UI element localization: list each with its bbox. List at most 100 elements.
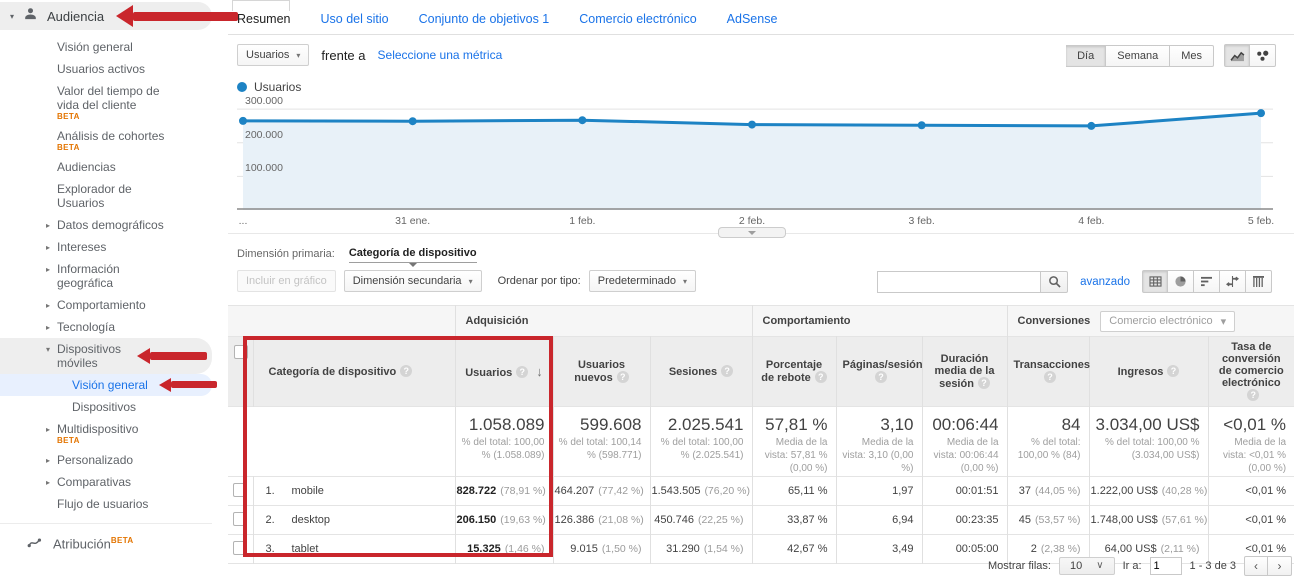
- help-icon[interactable]: ?: [516, 366, 528, 378]
- granularity-button[interactable]: Día: [1066, 45, 1106, 67]
- column-header-bounce[interactable]: Porcentaje de rebote?: [752, 337, 836, 407]
- help-icon[interactable]: ?: [875, 371, 887, 383]
- device-name: mobile: [292, 485, 324, 497]
- sidebar-section-audiencia[interactable]: ▾ Audiencia: [0, 2, 212, 30]
- next-page-button[interactable]: ›: [1268, 556, 1292, 576]
- search-button[interactable]: [1040, 271, 1068, 293]
- advanced-search-link[interactable]: avanzado: [1080, 276, 1130, 288]
- row-checkbox[interactable]: [233, 483, 247, 497]
- granularity-button[interactable]: Semana: [1106, 45, 1170, 67]
- report-tab[interactable]: Uso del sitio: [321, 12, 389, 26]
- goto-page-input[interactable]: [1150, 557, 1182, 575]
- rows-per-page-value: 10: [1070, 560, 1082, 572]
- total-duration: 00:06:44Media de la vista: 00:06:44 (0,0…: [922, 407, 1007, 477]
- help-icon[interactable]: ?: [978, 377, 990, 389]
- motion-chart-view-button[interactable]: [1250, 44, 1276, 67]
- sidebar-item-atribucion[interactable]: AtribuciónBETA: [0, 531, 228, 557]
- pager: ‹ ›: [1244, 556, 1292, 576]
- group-acquisition: Adquisición: [455, 306, 752, 337]
- sidebar-item[interactable]: ▸ Tecnología: [0, 316, 212, 338]
- secondary-dimension-dropdown[interactable]: Dimensión secundaria ▾: [344, 270, 482, 292]
- table-search-input[interactable]: [877, 271, 1040, 293]
- column-header-new-users[interactable]: Usuarios nuevos?: [553, 337, 650, 407]
- column-header-duration[interactable]: Duración media de la sesión?: [922, 337, 1007, 407]
- select-metric-link[interactable]: Seleccione una métrica: [378, 48, 503, 62]
- sidebar-item[interactable]: Dispositivos: [0, 396, 212, 418]
- sidebar-item-label: Visión general: [72, 378, 148, 392]
- sidebar-item[interactable]: Visión general: [0, 374, 212, 396]
- prev-page-button[interactable]: ‹: [1244, 556, 1268, 576]
- sidebar-item[interactable]: Análisis de cohortes BETA: [0, 125, 212, 156]
- sidebar-item[interactable]: Usuarios activos: [0, 58, 212, 80]
- sidebar-item[interactable]: ▸ Comparativas: [0, 471, 212, 493]
- percentage-view-button[interactable]: [1168, 270, 1194, 293]
- sidebar-item[interactable]: Flujo de usuarios: [0, 493, 212, 515]
- help-icon[interactable]: ?: [1167, 365, 1179, 377]
- users-over-time-chart: 100.000200.000300.000 ...31 ene.1 feb.2 …: [237, 98, 1273, 230]
- new-users-cell: 464.207(77,42 %): [553, 477, 650, 506]
- help-icon[interactable]: ?: [721, 365, 733, 377]
- total-users: 1.058.089% del total: 100,00 % (1.058.08…: [455, 407, 553, 477]
- pages-cell: 1,97: [836, 477, 922, 506]
- sort-type-dropdown[interactable]: Predeterminado ▾: [589, 270, 696, 292]
- help-icon[interactable]: ?: [400, 365, 412, 377]
- pivot-view-button[interactable]: [1246, 270, 1272, 293]
- plot-rows-button[interactable]: Incluir en gráfico: [237, 270, 336, 292]
- report-tab[interactable]: AdSense: [727, 12, 778, 26]
- total-revenue: 3.034,00 US$% del total: 100,00 % (3.034…: [1089, 407, 1208, 477]
- select-all-checkbox[interactable]: [234, 345, 248, 359]
- column-header-transactions[interactable]: Transacciones?: [1007, 337, 1089, 407]
- group-behavior: Comportamiento: [752, 306, 1007, 337]
- metric-controls: Usuarios ▾ frente a Seleccione una métri…: [237, 44, 502, 66]
- rows-per-page-select[interactable]: 10 ∨: [1059, 557, 1115, 575]
- transactions-cell: 45(53,57 %): [1007, 506, 1089, 535]
- primary-dimension-value-tab[interactable]: Categoría de dispositivo: [349, 247, 477, 263]
- row-checkbox[interactable]: [233, 541, 247, 555]
- row-checkbox[interactable]: [233, 512, 247, 526]
- help-icon[interactable]: ?: [815, 371, 827, 383]
- help-icon[interactable]: ?: [1044, 371, 1056, 383]
- bounce-cell: 33,87 %: [752, 506, 836, 535]
- metric-selector-dropdown[interactable]: Usuarios ▾: [237, 44, 309, 66]
- help-icon[interactable]: ?: [1247, 389, 1259, 401]
- column-header-device[interactable]: Categoría de dispositivo?: [253, 337, 455, 407]
- column-header-sessions[interactable]: Sesiones?: [650, 337, 752, 407]
- report-tab[interactable]: Conjunto de objetivos 1: [419, 12, 550, 26]
- timeline-scrubber-handle[interactable]: [718, 227, 786, 238]
- users-cell: 206.150(19,63 %): [455, 506, 553, 535]
- total-new-users: 599.608% del total: 100,14 % (598.771): [553, 407, 650, 477]
- report-tab[interactable]: Resumen: [237, 12, 291, 26]
- pages-cell: 6,94: [836, 506, 922, 535]
- data-table-view-button[interactable]: [1142, 270, 1168, 293]
- duration-cell: 00:01:51: [922, 477, 1007, 506]
- comparison-view-button[interactable]: [1220, 270, 1246, 293]
- line-chart-view-button[interactable]: [1224, 44, 1250, 67]
- device-category-cell[interactable]: 2.desktop: [253, 506, 455, 535]
- granularity-button[interactable]: Mes: [1170, 45, 1214, 67]
- column-header-users[interactable]: Usuarios?↓: [455, 337, 553, 407]
- sidebar-item[interactable]: ▸ Intereses: [0, 236, 212, 258]
- performance-view-button[interactable]: [1194, 270, 1220, 293]
- column-header-conv-rate[interactable]: Tasa de conversión de comercio electróni…: [1208, 337, 1294, 407]
- device-category-cell[interactable]: 1.mobile: [253, 477, 455, 506]
- sidebar-item[interactable]: Explorador de Usuarios: [0, 178, 212, 214]
- sidebar-item[interactable]: ▸ Personalizado: [0, 449, 212, 471]
- sidebar-item[interactable]: ▾ Dispositivos móviles: [0, 338, 212, 374]
- beta-badge: BETA: [57, 143, 202, 152]
- sidebar-item[interactable]: ▸ Datos demográficos: [0, 214, 212, 236]
- sidebar-item[interactable]: Visión general: [0, 36, 212, 58]
- report-tab[interactable]: Comercio electrónico: [579, 12, 696, 26]
- sidebar-item[interactable]: ▸ Información geográfica: [0, 258, 212, 294]
- column-header-pages[interactable]: Páginas/sesión?: [836, 337, 922, 407]
- attribution-icon: [27, 536, 43, 552]
- new-users-cell: 126.386(21,08 %): [553, 506, 650, 535]
- sidebar-item[interactable]: Audiencias: [0, 156, 212, 178]
- total-conv-rate: <0,01 %Media de la vista: <0,01 % (0,00 …: [1208, 407, 1294, 477]
- sidebar-item[interactable]: Valor del tiempo de vida del cliente BET…: [0, 80, 212, 125]
- sidebar-item[interactable]: ▸ Comportamiento: [0, 294, 212, 316]
- legend-series-label: Usuarios: [254, 80, 301, 94]
- sidebar-item[interactable]: ▸ Multidispositivo BETA: [0, 418, 212, 449]
- column-header-revenue[interactable]: Ingresos?: [1089, 337, 1208, 407]
- conversions-goal-selector[interactable]: Comercio electrónico ▾: [1100, 311, 1235, 332]
- help-icon[interactable]: ?: [617, 371, 629, 383]
